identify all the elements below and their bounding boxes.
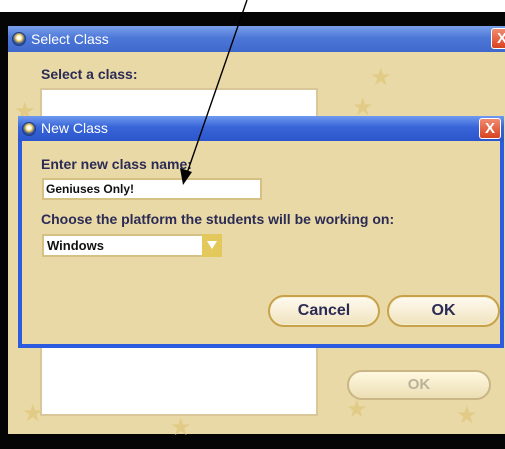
pointer-arrow-icon bbox=[180, 0, 248, 185]
pointer-arrow-head bbox=[180, 168, 192, 185]
pointer-arrow-line bbox=[185, 0, 248, 177]
